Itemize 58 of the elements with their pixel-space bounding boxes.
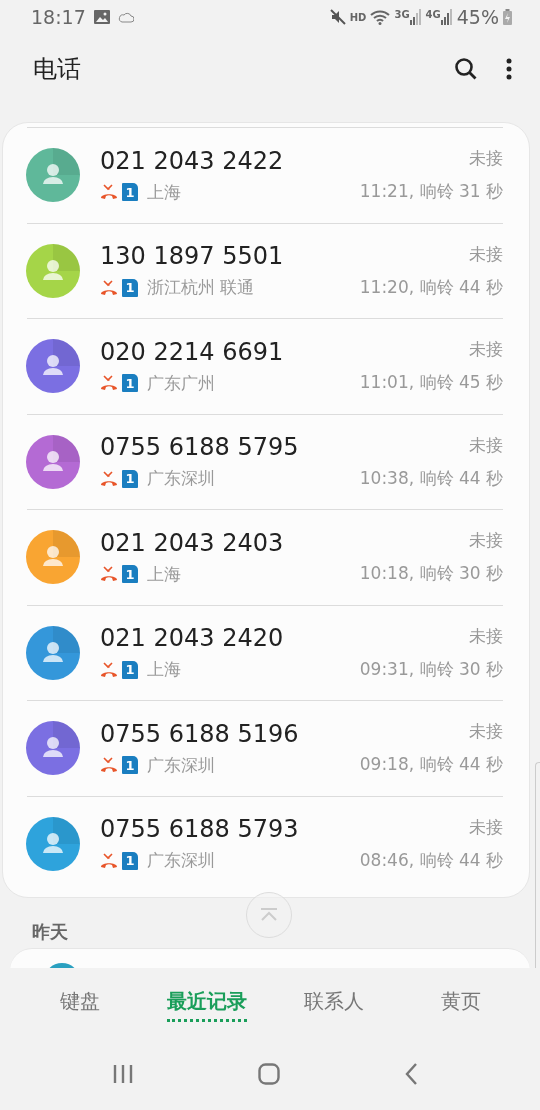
phone-number: 0755 6188 5795 xyxy=(100,433,300,462)
network-label: 3G xyxy=(394,9,410,20)
call-status: 未接 xyxy=(469,147,503,171)
tab[interactable]: 黄页 xyxy=(440,984,481,1022)
clock: 18:17 xyxy=(31,6,86,28)
call-time: 11:01, 响铃 45 秒 xyxy=(359,371,503,395)
call-status: 未接 xyxy=(469,433,503,457)
sim-indicator: 1 xyxy=(122,374,138,393)
call-status: 未接 xyxy=(469,529,503,553)
call-location: 广东深圳 xyxy=(147,849,215,873)
hd-label: HD xyxy=(349,11,367,23)
sim-indicator: 1 xyxy=(122,851,138,870)
phone-number: 021 2043 2422 xyxy=(100,146,285,175)
call-status: 未接 xyxy=(469,624,503,648)
call-location: 上海 xyxy=(147,658,181,682)
call-status: 未接 xyxy=(469,720,503,744)
call-status: 未接 xyxy=(469,338,503,362)
sim-indicator: 1 xyxy=(122,278,138,297)
call-log-row[interactable]: 0755 6188 5196 1 广东深圳 未接 09:18, 响铃 44 秒 xyxy=(27,700,503,796)
call-time: 10:38, 响铃 44 秒 xyxy=(359,466,503,490)
call-time: 08:46, 响铃 44 秒 xyxy=(359,848,503,872)
call-log-row[interactable]: 021 2043 2420 1 上海 未接 09:31, 响铃 30 秒 xyxy=(27,604,503,700)
sim-indicator: 1 xyxy=(122,756,138,775)
sim-indicator: 1 xyxy=(122,565,138,584)
call-location: 广东广州 xyxy=(147,371,215,395)
call-location: 上海 xyxy=(147,180,181,204)
call-status: 未接 xyxy=(469,815,503,839)
call-location: 浙江杭州 联通 xyxy=(147,276,255,300)
call-log-row[interactable]: 021 2043 2422 1 上海 未接 11:21, 响铃 31 秒 xyxy=(27,127,503,223)
sim-indicator: 1 xyxy=(122,660,138,679)
phone-number: 0755 6188 5793 xyxy=(100,815,300,844)
phone-number: 0755 6188 5196 xyxy=(100,719,300,748)
phone-number: 020 2214 6691 xyxy=(100,337,285,366)
call-location: 广东深圳 xyxy=(147,753,215,777)
call-time: 10:18, 响铃 30 秒 xyxy=(359,562,503,586)
battery-level: 45% xyxy=(456,6,499,28)
call-status: 未接 xyxy=(469,242,503,266)
section-header: 昨天 xyxy=(32,920,68,944)
phone-number: 021 2043 2420 xyxy=(100,624,285,653)
phone-number: 130 1897 5501 xyxy=(100,242,285,271)
sim-indicator: 1 xyxy=(122,183,138,202)
network-label: 4G xyxy=(425,9,441,20)
call-location: 广东深圳 xyxy=(147,467,215,491)
call-log-row[interactable]: 0755 6188 5793 1 广东深圳 未接 08:46, 响铃 44 秒 xyxy=(27,795,503,891)
call-log-row[interactable]: 130 1897 5501 1 浙江杭州 联通 未接 11:20, 响铃 44 秒 xyxy=(27,222,503,318)
app-title: 电话 xyxy=(33,54,81,85)
call-location: 上海 xyxy=(147,562,181,586)
tab[interactable]: 键盘 xyxy=(59,984,100,1022)
call-log-row[interactable]: 021 2043 2403 1 上海 未接 10:18, 响铃 30 秒 xyxy=(27,509,503,605)
call-time: 11:20, 响铃 44 秒 xyxy=(359,275,503,299)
call-time: 09:31, 响铃 30 秒 xyxy=(359,657,503,681)
tab[interactable]: 联系人 xyxy=(303,984,364,1022)
call-log-row[interactable]: 0755 6188 5795 1 广东深圳 未接 10:38, 响铃 44 秒 xyxy=(27,413,503,509)
call-time: 09:18, 响铃 44 秒 xyxy=(359,753,503,777)
call-log-row[interactable]: 020 2214 6691 1 广东广州 未接 11:01, 响铃 45 秒 xyxy=(27,318,503,414)
call-time: 11:21, 响铃 31 秒 xyxy=(359,180,503,204)
phone-number: 021 2043 2403 xyxy=(100,528,285,557)
sim-indicator: 1 xyxy=(122,469,138,488)
